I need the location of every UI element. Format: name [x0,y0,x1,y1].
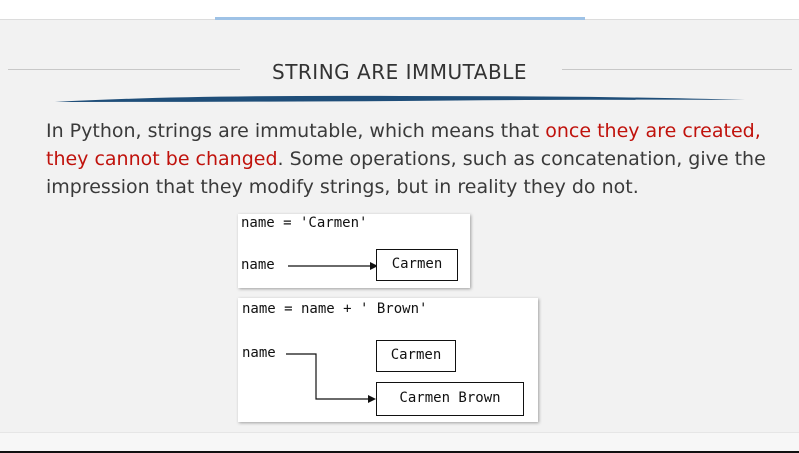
string-object-box: Carmen [376,249,458,281]
diagram-concatenation: name = name + ' Brown' name Carmen Carme… [238,298,538,422]
diagram-assignment: name = 'Carmen' name Carmen [238,214,470,288]
window-bottom-bar [0,432,799,453]
slide-title: STRING ARE IMMUTABLE [272,60,527,84]
body-text-intro: In Python, strings are immutable, which … [46,120,546,142]
string-object-box-old: Carmen [376,340,456,372]
title-underline-swoosh [55,95,745,102]
slide-body-text: In Python, strings are immutable, which … [46,117,766,201]
string-object-box-new: Carmen Brown [376,382,524,416]
